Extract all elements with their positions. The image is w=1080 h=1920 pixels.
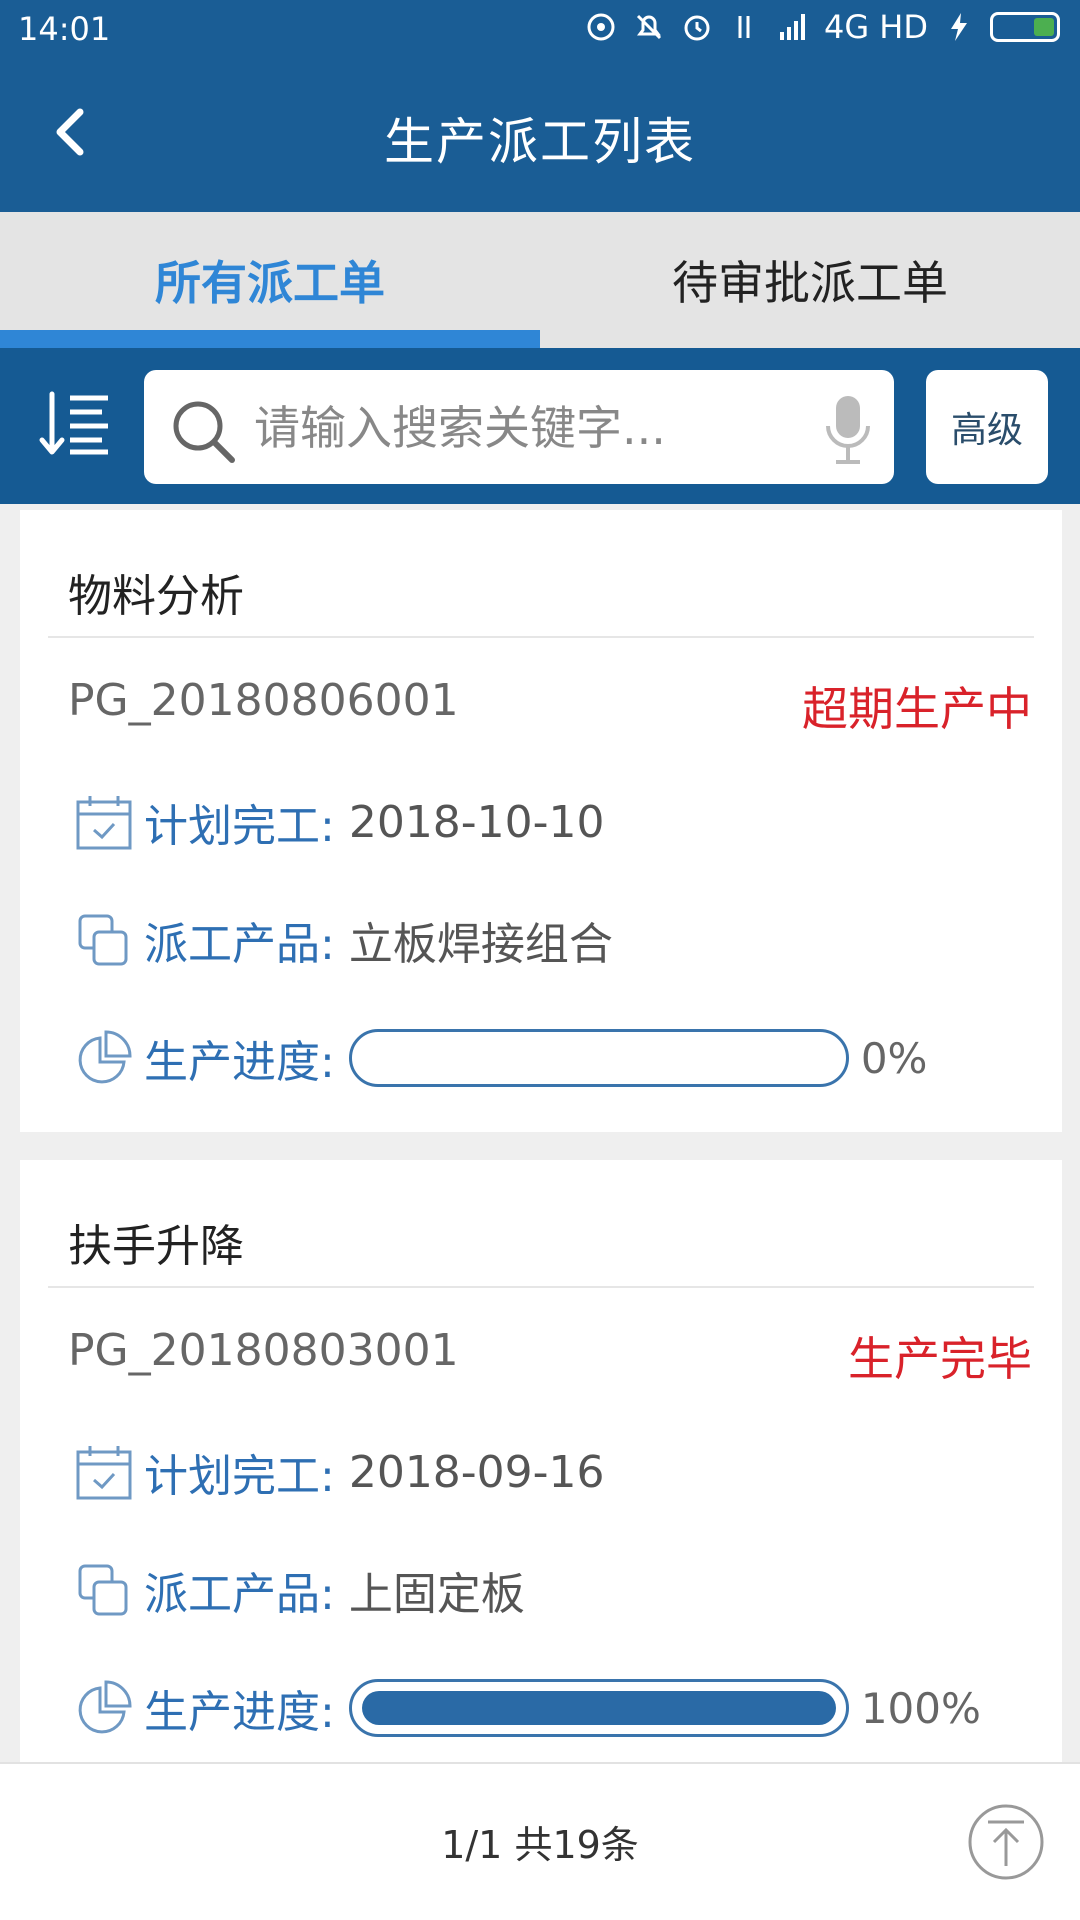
hotspot-icon: [587, 13, 615, 41]
dispatch-code: PG_20180803001: [68, 1325, 459, 1376]
plan-row: 计划完工: 2018-10-10: [72, 790, 605, 854]
plan-label: 计划完工:: [144, 1451, 335, 1502]
plan-row: 计划完工: 2018-09-16: [72, 1440, 605, 1504]
copy-icon: [78, 1564, 128, 1616]
card-divider: [48, 1286, 1034, 1288]
status-bar: 14:01 4G HD: [0, 0, 1080, 62]
tab-all-dispatch[interactable]: 所有派工单: [0, 212, 540, 348]
signal-icon: [779, 14, 805, 40]
search-box: [144, 370, 894, 484]
calendar-icon: [76, 796, 132, 850]
copy-icon: [78, 914, 128, 966]
mute-icon: [636, 14, 662, 40]
app-header: 生产派工列表: [0, 62, 1080, 212]
search-bar: 高级: [0, 348, 1080, 504]
search-input[interactable]: [254, 400, 774, 456]
alarm-icon: [684, 15, 710, 41]
status-icons: 4G HD: [584, 8, 1060, 46]
progress-bar: [348, 1679, 849, 1737]
progress-percent: 100%: [860, 1683, 981, 1733]
pie-chart-icon: [78, 1680, 132, 1734]
tab-bar: 所有派工单 待审批派工单: [0, 212, 1080, 348]
product-label: 派工产品:: [144, 919, 335, 970]
footer-bar: 1/1 共19条: [0, 1762, 1080, 1920]
progress-row: 生产进度: 100%: [72, 1676, 981, 1740]
product-value: 立板焊接组合: [348, 919, 613, 970]
dispatch-card[interactable]: 物料分析 PG_20180806001 超期生产中 计划完工: 2018-10-…: [20, 510, 1062, 1132]
card-title: 扶手升降: [68, 1221, 244, 1272]
product-label: 派工产品:: [144, 1569, 335, 1620]
progress-percent: 0%: [860, 1033, 928, 1083]
mic-icon[interactable]: [820, 390, 876, 470]
plan-value: 2018-09-16: [348, 1446, 605, 1498]
status-badge: 生产完毕: [848, 1332, 1032, 1386]
status-badge: 超期生产中: [802, 682, 1032, 736]
data-arrows-icon: [738, 16, 750, 38]
progress-fill: [361, 1691, 836, 1725]
advanced-search-button[interactable]: 高级: [926, 370, 1048, 484]
product-row: 派工产品: 上固定板: [72, 1558, 525, 1622]
progress-bar: [348, 1029, 849, 1087]
pie-chart-icon: [78, 1030, 132, 1084]
calendar-icon: [76, 1446, 132, 1500]
dispatch-code: PG_20180806001: [68, 675, 459, 726]
product-row: 派工产品: 立板焊接组合: [72, 908, 613, 972]
back-to-top-icon[interactable]: [966, 1802, 1046, 1882]
progress-row: 生产进度: 0%: [72, 1026, 927, 1090]
tab-pending-approval[interactable]: 待审批派工单: [540, 212, 1080, 348]
dispatch-card[interactable]: 扶手升降 PG_20180803001 生产完毕 计划完工: 2018-09-1…: [20, 1160, 1062, 1770]
progress-label: 生产进度:: [144, 1687, 335, 1738]
card-divider: [48, 636, 1034, 638]
search-icon: [173, 401, 235, 463]
page-title: 生产派工列表: [384, 113, 696, 171]
battery-icon: [990, 12, 1060, 42]
status-time: 14:01: [18, 10, 111, 48]
pagination-info: 1/1 共19条: [441, 1823, 639, 1867]
product-value: 上固定板: [348, 1569, 525, 1620]
plan-label: 计划完工:: [144, 801, 335, 852]
network-label: 4G HD: [823, 8, 928, 46]
sort-icon[interactable]: [38, 386, 114, 462]
progress-label: 生产进度:: [144, 1037, 335, 1088]
plan-value: 2018-10-10: [348, 796, 605, 848]
charging-icon: [951, 13, 967, 41]
card-title: 物料分析: [68, 571, 244, 622]
